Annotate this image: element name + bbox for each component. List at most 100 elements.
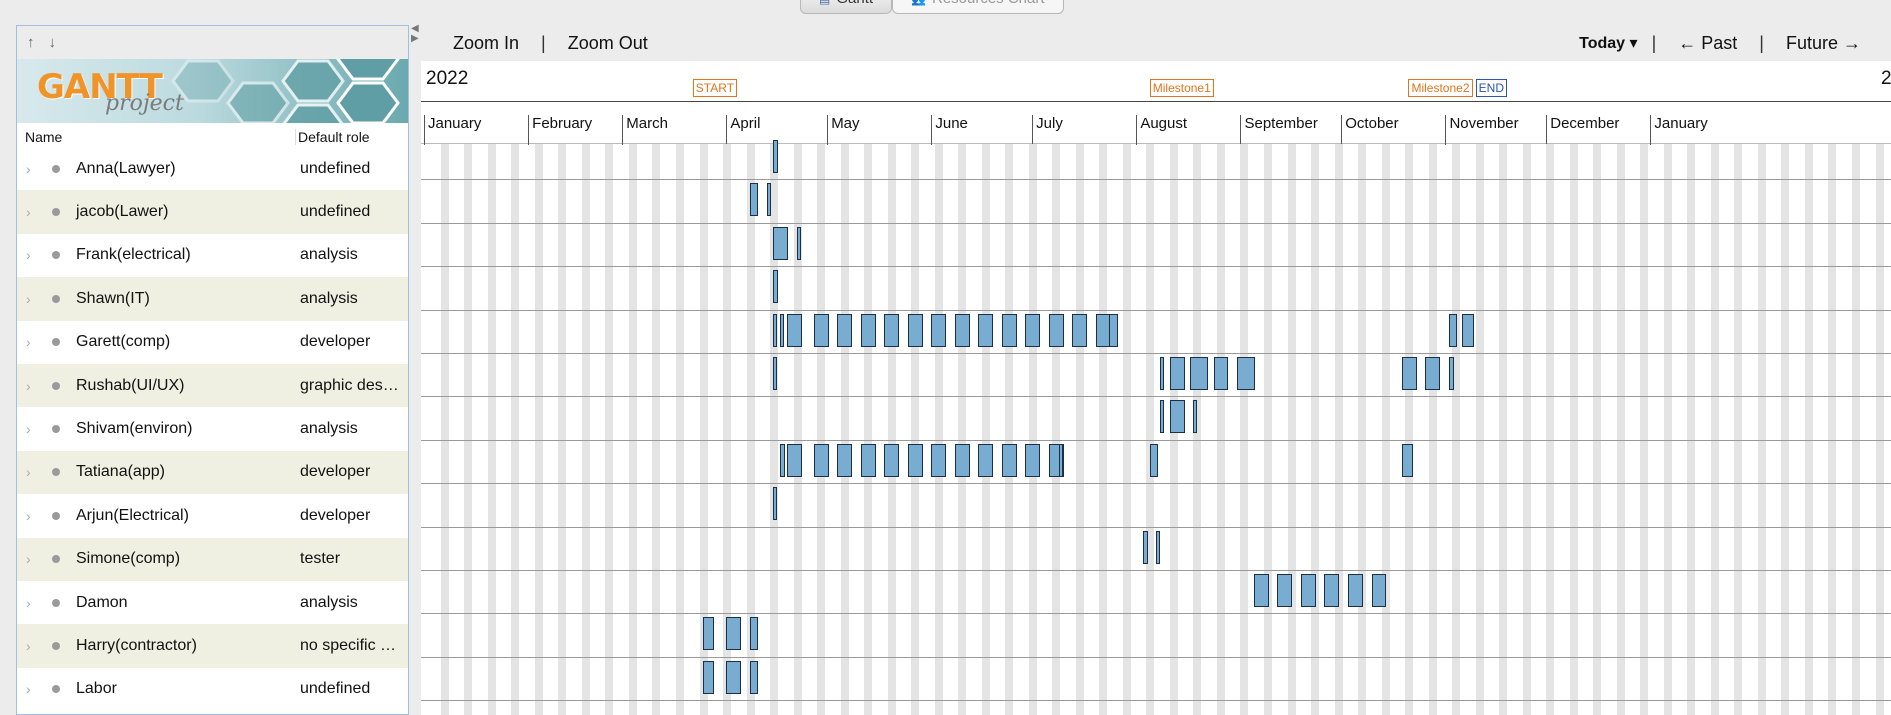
expand-chevron-icon[interactable]: › — [26, 204, 40, 220]
resource-row[interactable]: › Rushab(UI/UX) graphic designer — [17, 363, 408, 408]
load-bar[interactable] — [1401, 357, 1417, 390]
expand-chevron-icon[interactable]: › — [26, 551, 40, 567]
resource-row[interactable]: › Harry(contractor) no specific role — [17, 624, 408, 668]
load-bar[interactable] — [796, 226, 801, 260]
load-bar[interactable] — [1149, 443, 1158, 477]
load-bar[interactable] — [1277, 574, 1293, 607]
tab-gantt[interactable]: ▤ Gantt — [800, 0, 893, 14]
load-bar[interactable] — [773, 357, 778, 390]
resource-load-chart[interactable]: 2022 2 START Milestone1 Milestone2 END Janu… — [421, 61, 1891, 715]
load-bar[interactable] — [860, 313, 876, 347]
resource-row[interactable]: › Garett(comp) developer — [17, 321, 408, 364]
expand-chevron-icon[interactable]: › — [26, 161, 40, 177]
expand-chevron-icon[interactable]: › — [26, 681, 40, 697]
load-bar[interactable] — [931, 313, 947, 347]
load-bar[interactable] — [1371, 574, 1387, 607]
load-bar[interactable] — [1193, 400, 1198, 434]
load-bar[interactable] — [780, 443, 785, 477]
panel-splitter[interactable]: ◀ ▶ — [409, 23, 421, 715]
load-bar[interactable] — [1253, 574, 1269, 607]
load-bar[interactable] — [726, 660, 742, 694]
load-bar[interactable] — [1300, 574, 1316, 607]
load-bar[interactable] — [1025, 313, 1041, 347]
move-up-icon[interactable]: ↑ — [27, 34, 35, 51]
load-bar[interactable] — [813, 443, 829, 477]
load-bar[interactable] — [1048, 313, 1064, 347]
resource-row[interactable]: › Simone(comp) tester — [17, 537, 408, 581]
past-button[interactable]: ← Past — [1670, 33, 1745, 54]
load-bar[interactable] — [773, 226, 789, 260]
future-button[interactable]: Future → — [1778, 33, 1869, 54]
load-bar[interactable] — [1425, 357, 1441, 390]
load-bar[interactable] — [1237, 357, 1256, 390]
load-bar[interactable] — [1159, 400, 1164, 434]
load-bar[interactable] — [978, 443, 994, 477]
load-bar[interactable] — [837, 313, 853, 347]
expand-chevron-icon[interactable]: › — [26, 421, 40, 437]
milestone-marker[interactable]: START — [692, 79, 738, 97]
load-bar[interactable] — [780, 313, 785, 347]
load-bar[interactable] — [1156, 530, 1161, 564]
load-bar[interactable] — [884, 313, 900, 347]
load-bar[interactable] — [860, 443, 876, 477]
resource-row[interactable]: › Anna(Lawyer) undefined — [17, 147, 408, 190]
load-bar[interactable] — [1448, 313, 1457, 347]
resource-row[interactable]: › Tatiana(app) developer — [17, 450, 408, 495]
load-bar[interactable] — [702, 617, 715, 651]
load-bar[interactable] — [954, 313, 970, 347]
load-bar[interactable] — [749, 660, 758, 694]
resource-row[interactable]: › Arjun(Electrical) developer — [17, 494, 408, 537]
load-bar[interactable] — [786, 443, 802, 477]
load-bar[interactable] — [1324, 574, 1340, 607]
resource-row[interactable]: › Damon analysis — [17, 581, 408, 624]
zoom-out-button[interactable]: Zoom Out — [560, 33, 656, 54]
resource-row[interactable]: › Labor undefined — [17, 668, 408, 711]
load-bar[interactable] — [773, 270, 779, 304]
column-header-name[interactable]: Name — [17, 129, 295, 145]
load-bar[interactable] — [1159, 357, 1164, 390]
load-bar[interactable] — [813, 313, 829, 347]
load-bar[interactable] — [907, 313, 923, 347]
resource-row[interactable]: › Shivam(environ) analysis — [17, 407, 408, 450]
milestone-marker[interactable]: Milestone1 — [1149, 79, 1214, 97]
load-bar[interactable] — [907, 443, 923, 477]
load-bar[interactable] — [1025, 443, 1041, 477]
load-bar[interactable] — [1348, 574, 1363, 607]
load-bar[interactable] — [1109, 313, 1118, 347]
load-bar[interactable] — [978, 313, 994, 347]
milestone-marker[interactable]: Milestone2 — [1408, 79, 1473, 97]
load-bar[interactable] — [1448, 357, 1454, 390]
milestone-marker[interactable]: END — [1475, 79, 1508, 97]
load-bar[interactable] — [726, 617, 742, 651]
expand-chevron-icon[interactable]: › — [26, 595, 40, 611]
zoom-in-button[interactable]: Zoom In — [445, 33, 527, 54]
load-bar[interactable] — [1169, 400, 1185, 434]
load-bar[interactable] — [773, 313, 778, 347]
load-bar[interactable] — [1001, 443, 1017, 477]
column-header-role[interactable]: Default role — [295, 129, 408, 145]
today-button[interactable]: Today ▾ — [1579, 33, 1637, 53]
load-bar[interactable] — [749, 183, 758, 217]
load-bar[interactable] — [1001, 313, 1017, 347]
load-bar[interactable] — [931, 443, 947, 477]
move-down-icon[interactable]: ↓ — [49, 34, 57, 51]
load-bar[interactable] — [766, 183, 771, 217]
collapse-right-icon[interactable]: ▶ — [411, 33, 419, 44]
expand-chevron-icon[interactable]: › — [26, 291, 40, 307]
load-bar[interactable] — [1462, 313, 1474, 347]
expand-chevron-icon[interactable]: › — [26, 464, 40, 480]
tab-resources-chart[interactable]: 👥 Resources Chart — [892, 0, 1064, 14]
expand-chevron-icon[interactable]: › — [26, 638, 40, 654]
load-bar[interactable] — [1190, 357, 1209, 390]
expand-chevron-icon[interactable]: › — [26, 378, 40, 394]
load-bar[interactable] — [1169, 357, 1185, 390]
load-bar[interactable] — [786, 313, 802, 347]
load-bar[interactable] — [1059, 443, 1064, 477]
resource-row[interactable]: › Frank(electrical) analysis — [17, 234, 408, 277]
expand-chevron-icon[interactable]: › — [26, 247, 40, 263]
resource-row[interactable]: › jacob(Lawer) undefined — [17, 190, 408, 234]
load-bar[interactable] — [773, 140, 779, 173]
resource-row[interactable]: › Shawn(IT) analysis — [17, 277, 408, 321]
load-bar[interactable] — [1213, 357, 1229, 390]
expand-chevron-icon[interactable]: › — [26, 508, 40, 524]
